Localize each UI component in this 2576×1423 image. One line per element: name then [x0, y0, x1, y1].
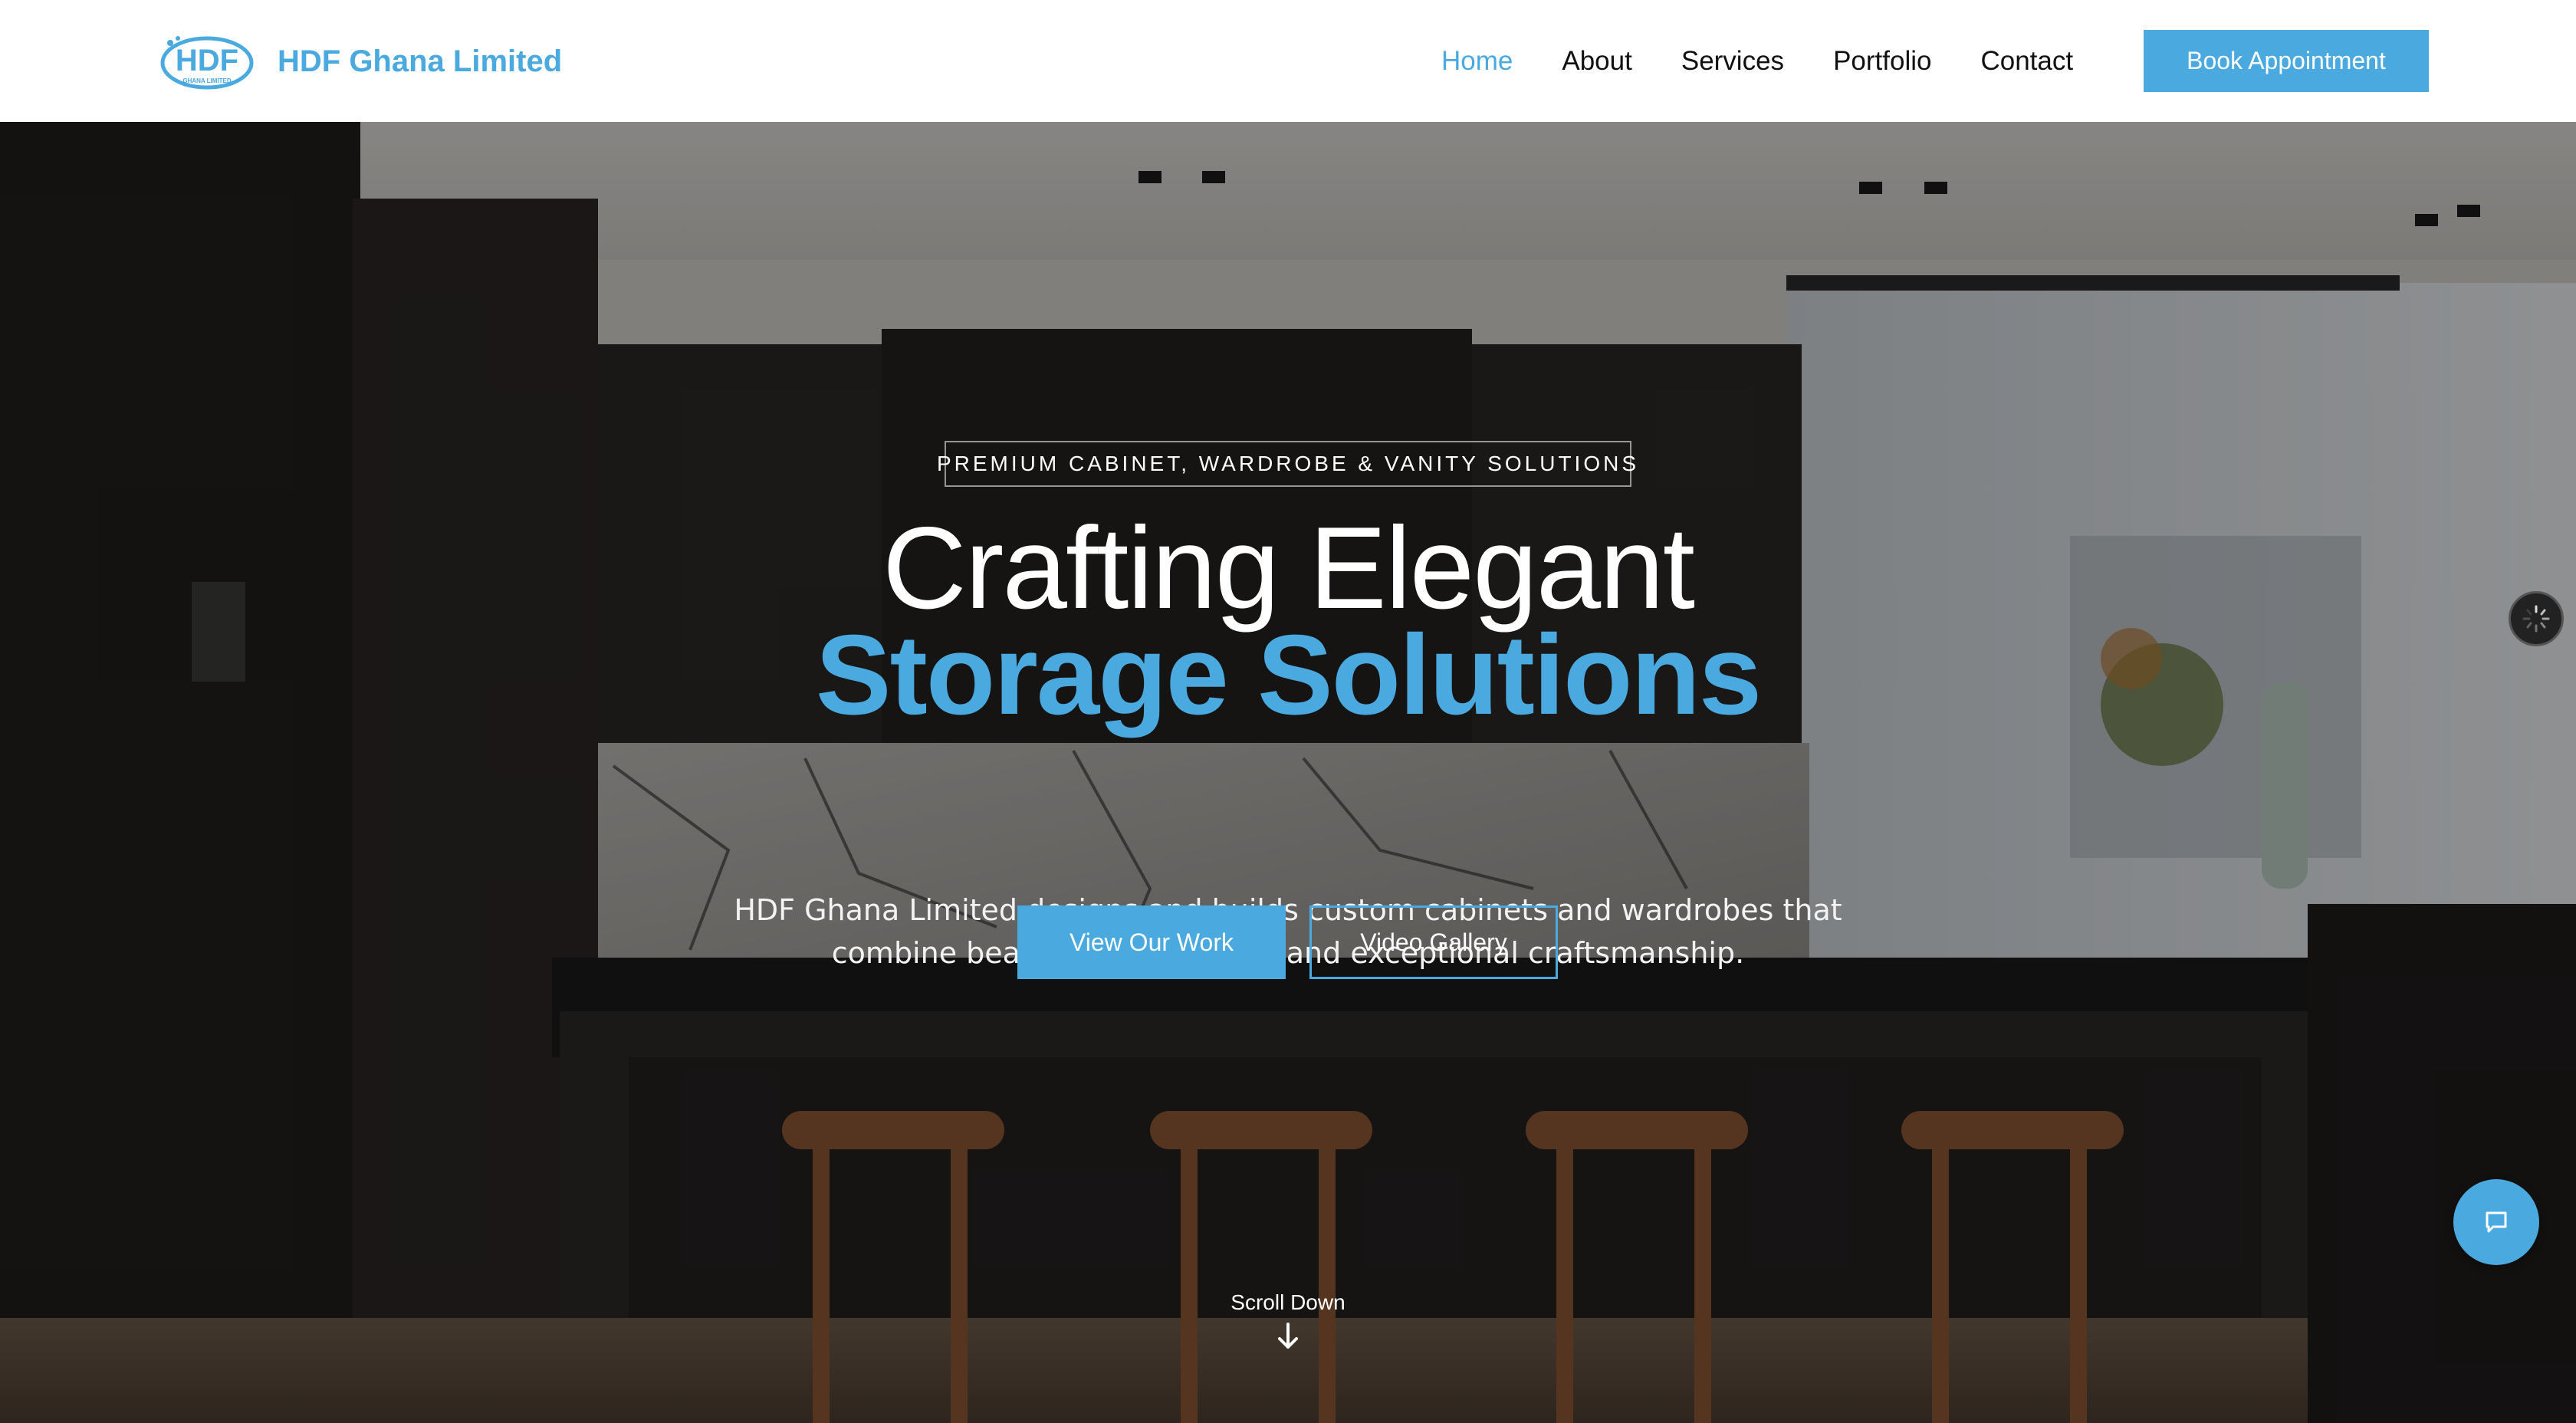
- main-menu: Home About Services Portfolio Contact: [1441, 0, 2122, 122]
- hero-title-line2: Storage Solutions: [815, 612, 1762, 738]
- video-gallery-button[interactable]: Video Gallery: [1309, 905, 1558, 979]
- hero-tagline: PREMIUM CABINET, WARDROBE & VANITY SOLUT…: [937, 441, 1636, 487]
- book-appointment-button[interactable]: Book Appointment: [2144, 30, 2429, 92]
- hero-section: PREMIUM CABINET, WARDROBE & VANITY SOLUT…: [0, 122, 2576, 1423]
- view-our-work-button[interactable]: View Our Work: [1017, 905, 1286, 979]
- brand-name: HDF Ghana Limited: [278, 44, 563, 78]
- hero-overlay: [0, 122, 2576, 1423]
- nav-home[interactable]: Home: [1441, 46, 1513, 77]
- nav-portfolio[interactable]: Portfolio: [1833, 46, 1931, 77]
- svg-text:GHANA LIMITED: GHANA LIMITED: [182, 77, 231, 84]
- svg-text:HDF: HDF: [176, 44, 238, 77]
- nav-contact[interactable]: Contact: [1980, 46, 2073, 77]
- hdf-logo-icon: HDF GHANA LIMITED: [160, 36, 254, 90]
- chat-button[interactable]: [2453, 1179, 2539, 1265]
- brand[interactable]: HDF GHANA LIMITED HDF Ghana Limited: [159, 31, 562, 92]
- scroll-down-label: Scroll Down: [1230, 1290, 1346, 1314]
- spinner-button[interactable]: [2509, 591, 2564, 646]
- top-navbar: HDF GHANA LIMITED HDF Ghana Limited Home…: [0, 0, 2576, 122]
- chat-bubble-icon: [2486, 1211, 2507, 1233]
- spinner-icon: [2522, 605, 2550, 633]
- scroll-down-link[interactable]: Scroll Down: [1211, 1290, 1365, 1352]
- arrow-down-icon: [1278, 1323, 1298, 1349]
- nav-services[interactable]: Services: [1681, 46, 1784, 77]
- hero-description: HDF Ghana Limited designs and builds cus…: [734, 893, 1842, 970]
- nav-about[interactable]: About: [1562, 46, 1631, 77]
